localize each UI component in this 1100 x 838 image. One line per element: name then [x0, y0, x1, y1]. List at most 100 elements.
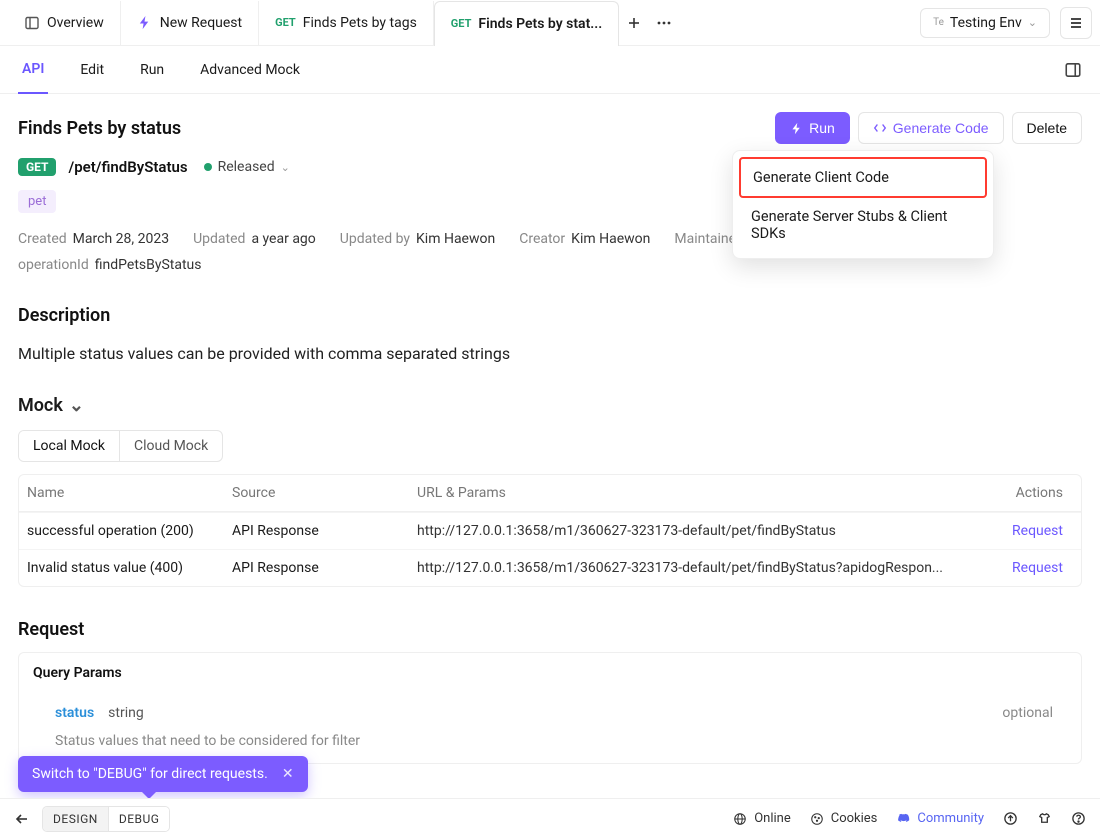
- mode-debug[interactable]: DEBUG: [108, 807, 170, 831]
- meta-updatedby: Kim Haewon: [416, 231, 495, 247]
- discord-icon: [895, 811, 911, 827]
- mock-tab-local[interactable]: Local Mock: [19, 431, 119, 461]
- col-actions: Actions: [993, 485, 1073, 501]
- meta-updatedby-label: Updated by: [340, 231, 410, 247]
- subnav: API Edit Run Advanced Mock: [0, 46, 1100, 94]
- debug-hint-toast: Switch to "DEBUG" for direct requests. ✕: [18, 756, 308, 792]
- subnav-adv[interactable]: Advanced Mock: [196, 46, 304, 94]
- community-label: Community: [917, 811, 984, 826]
- help-icon[interactable]: [1070, 811, 1086, 827]
- tag-chip[interactable]: pet: [18, 190, 56, 213]
- request-link[interactable]: Request: [993, 560, 1073, 576]
- main-content: Finds Pets by status Run Generate Code D…: [0, 94, 1100, 824]
- subnav-api[interactable]: API: [18, 46, 48, 94]
- cell-url: http://127.0.0.1:3658/m1/360627-323173-d…: [417, 560, 993, 576]
- col-url: URL & Params: [417, 485, 993, 501]
- dd-generate-server-stubs[interactable]: Generate Server Stubs & Client SDKs: [739, 198, 987, 252]
- tab-label: Finds Pets by tags: [303, 15, 417, 31]
- meta-updated-label: Updated: [193, 231, 245, 247]
- cell-source: API Response: [232, 560, 417, 576]
- tab-label: Finds Pets by stat...: [478, 16, 602, 32]
- mock-section-toggle[interactable]: Mock ⌄: [18, 395, 1082, 416]
- community-button[interactable]: Community: [895, 811, 984, 827]
- add-tab-button[interactable]: [619, 8, 649, 38]
- param-optional: optional: [1002, 705, 1067, 721]
- online-label: Online: [754, 811, 791, 826]
- run-label: Run: [809, 120, 835, 136]
- bolt-icon: [137, 15, 153, 31]
- subnav-run[interactable]: Run: [136, 46, 168, 94]
- generate-code-dropdown: Generate Client Code Generate Server Stu…: [732, 150, 994, 259]
- tab-finds-pets-tags[interactable]: GET Finds Pets by tags: [259, 1, 434, 45]
- delete-label: Delete: [1027, 120, 1067, 136]
- request-title: Request: [18, 619, 1082, 640]
- shirt-icon[interactable]: [1036, 811, 1052, 827]
- status-online[interactable]: Online: [732, 811, 791, 827]
- description-text: Multiple status values can be provided w…: [18, 344, 1082, 363]
- subnav-edit[interactable]: Edit: [76, 46, 108, 94]
- description-title: Description: [18, 305, 1082, 326]
- generate-code-label: Generate Code: [893, 120, 989, 136]
- tab-new-request[interactable]: New Request: [121, 1, 259, 45]
- close-icon[interactable]: ✕: [282, 766, 294, 782]
- bolt-icon: [790, 122, 803, 135]
- dd-generate-client-code[interactable]: Generate Client Code: [739, 157, 987, 198]
- env-label: Testing Env: [950, 15, 1022, 31]
- bottom-bar: DESIGN DEBUG Online Cookies Community: [0, 798, 1100, 838]
- cookies-label: Cookies: [831, 811, 878, 826]
- endpoint-path: /pet/findByStatus: [68, 158, 187, 176]
- mode-switch: DESIGN DEBUG: [42, 806, 170, 832]
- meta-opid-label: operationId: [18, 257, 89, 273]
- meta-creator-label: Creator: [519, 231, 565, 247]
- toast-text: Switch to "DEBUG" for direct requests.: [32, 766, 268, 782]
- request-link[interactable]: Request: [993, 523, 1073, 539]
- method-badge: GET: [451, 17, 472, 30]
- tabs-bar: Overview New Request GET Finds Pets by t…: [0, 0, 1100, 46]
- cell-source: API Response: [232, 523, 417, 539]
- status-selector[interactable]: Released ⌄: [204, 159, 290, 175]
- status-dot-icon: [204, 163, 212, 171]
- panel-icon: [24, 15, 40, 31]
- code-icon: [873, 121, 887, 135]
- menu-button[interactable]: [1060, 7, 1092, 39]
- back-button[interactable]: [14, 811, 30, 827]
- cell-name: Invalid status value (400): [27, 560, 232, 576]
- param-type: string: [108, 705, 144, 721]
- tab-finds-pets-status[interactable]: GET Finds Pets by stat...: [434, 1, 619, 46]
- meta-maintainer-label: Maintainer: [674, 231, 740, 247]
- request-card: Query Params status string optional Stat…: [18, 652, 1082, 764]
- cell-url: http://127.0.0.1:3658/m1/360627-323173-d…: [417, 523, 993, 539]
- mock-table: Name Source URL & Params Actions success…: [18, 474, 1082, 587]
- mode-design[interactable]: DESIGN: [43, 807, 108, 831]
- more-tabs-button[interactable]: [649, 8, 679, 38]
- meta-created: March 28, 2023: [73, 231, 169, 247]
- panel-toggle-button[interactable]: [1064, 61, 1082, 79]
- env-selector[interactable]: Te Testing Env ⌄: [920, 8, 1050, 38]
- globe-icon: [732, 811, 748, 827]
- status-label: Released: [218, 159, 275, 175]
- method-badge: GET: [18, 158, 56, 176]
- table-row: Invalid status value (400) API Response …: [19, 549, 1081, 586]
- tab-new-request-label: New Request: [160, 15, 242, 31]
- param-name: status: [55, 705, 94, 721]
- chevron-down-icon: ⌄: [69, 395, 84, 416]
- tab-overview-label: Overview: [47, 15, 104, 31]
- meta-updated: a year ago: [251, 231, 315, 247]
- meta-opid: findPetsByStatus: [95, 257, 202, 273]
- tab-overview[interactable]: Overview: [8, 1, 121, 45]
- upload-icon[interactable]: [1002, 811, 1018, 827]
- mock-tab-cloud[interactable]: Cloud Mock: [119, 431, 222, 461]
- cookies-button[interactable]: Cookies: [809, 811, 878, 827]
- run-button[interactable]: Run: [775, 112, 850, 144]
- meta-created-label: Created: [18, 231, 67, 247]
- delete-button[interactable]: Delete: [1012, 112, 1082, 144]
- query-params-title: Query Params: [19, 653, 1081, 693]
- env-prefix: Te: [933, 17, 944, 28]
- meta-creator: Kim Haewon: [571, 231, 650, 247]
- chevron-down-icon: ⌄: [1028, 16, 1037, 29]
- col-source: Source: [232, 485, 417, 501]
- generate-code-button[interactable]: Generate Code: [858, 112, 1004, 144]
- col-name: Name: [27, 485, 232, 501]
- chevron-down-icon: ⌄: [281, 161, 290, 174]
- api-title: Finds Pets by status: [18, 118, 181, 139]
